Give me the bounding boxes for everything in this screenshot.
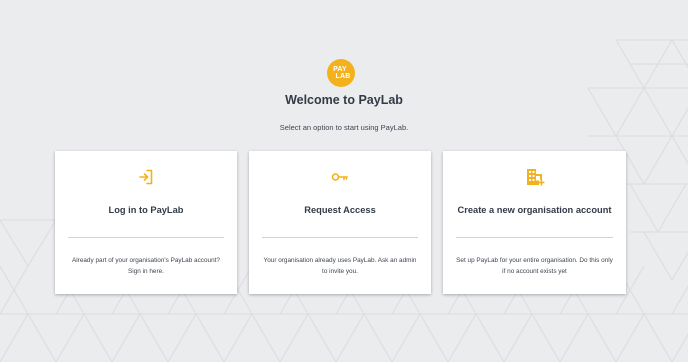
login-card[interactable]: Log in to PayLab Already part of your or…: [55, 151, 237, 294]
welcome-page: PAY LAB Welcome to PayLab Select an opti…: [0, 0, 688, 362]
logo-line-2: LAB: [335, 73, 351, 80]
key-icon: [331, 173, 348, 181]
create-organisation-card[interactable]: Create a new organisation account Set up…: [443, 151, 626, 294]
login-arrow-icon: [139, 169, 153, 185]
divider: [456, 237, 613, 238]
request-access-card[interactable]: Request Access Your organisation already…: [249, 151, 431, 294]
login-card-description: Already part of your organisation's PayL…: [72, 257, 220, 275]
divider: [68, 237, 224, 238]
page-subtitle: Select an option to start using PayLab.: [279, 123, 409, 132]
paylab-logo: PAY LAB: [327, 59, 355, 87]
page-title: Welcome to PayLab: [285, 93, 403, 107]
request-access-card-title: Request Access: [304, 205, 376, 215]
create-organisation-card-title: Create a new organisation account: [457, 205, 612, 215]
request-access-card-description: Your organisation already uses PayLab. A…: [263, 257, 417, 275]
logo-line-1: PAY: [333, 66, 347, 73]
building-add-icon: [526, 169, 544, 186]
create-organisation-card-description: Set up PayLab for your entire organisati…: [456, 257, 613, 275]
login-card-title: Log in to PayLab: [108, 205, 184, 215]
divider: [262, 237, 418, 238]
